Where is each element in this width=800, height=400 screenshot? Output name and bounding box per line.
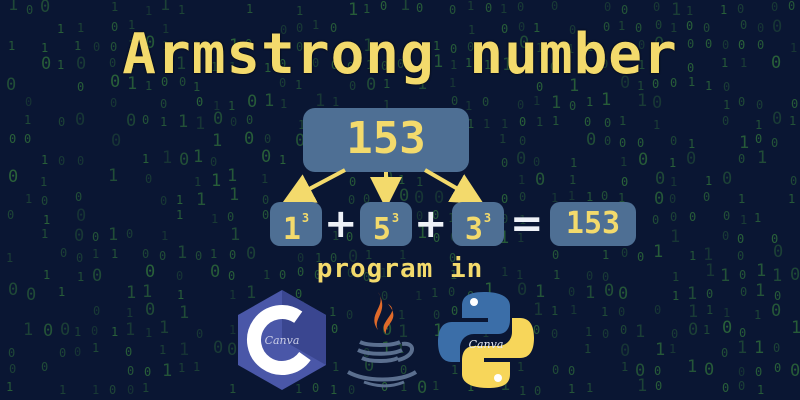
- thumbnail-canvas: 1100001000100101010101101110011000100111…: [0, 0, 800, 400]
- python-icon: Canva: [438, 292, 534, 388]
- result-box: 153: [550, 202, 636, 246]
- term-2-exponent: 3: [391, 211, 400, 225]
- java-icon: [347, 292, 418, 388]
- term-1: 13: [270, 202, 322, 247]
- term-2-base: 5: [372, 212, 391, 247]
- term-1-exponent: 3: [301, 211, 310, 225]
- term-2: 53: [360, 202, 412, 247]
- term-3-exponent: 3: [483, 211, 492, 225]
- term-3: 33: [452, 202, 504, 247]
- python-eye-top: [470, 298, 478, 306]
- c-logo-watermark: Canva: [265, 334, 300, 347]
- arrow-left: [281, 168, 346, 204]
- term-1-base: 1: [282, 212, 301, 247]
- arrow-right: [423, 168, 484, 205]
- plus-sign-1: +: [324, 201, 358, 247]
- plus-sign-2: +: [414, 201, 448, 247]
- python-eye-bottom: [494, 374, 502, 382]
- subtitle: program in: [316, 254, 484, 284]
- term-3-base: 3: [464, 212, 483, 247]
- equals-sign: =: [510, 201, 544, 247]
- c-language-icon: Canva: [238, 290, 326, 390]
- python-logo-watermark: Canva: [469, 338, 504, 351]
